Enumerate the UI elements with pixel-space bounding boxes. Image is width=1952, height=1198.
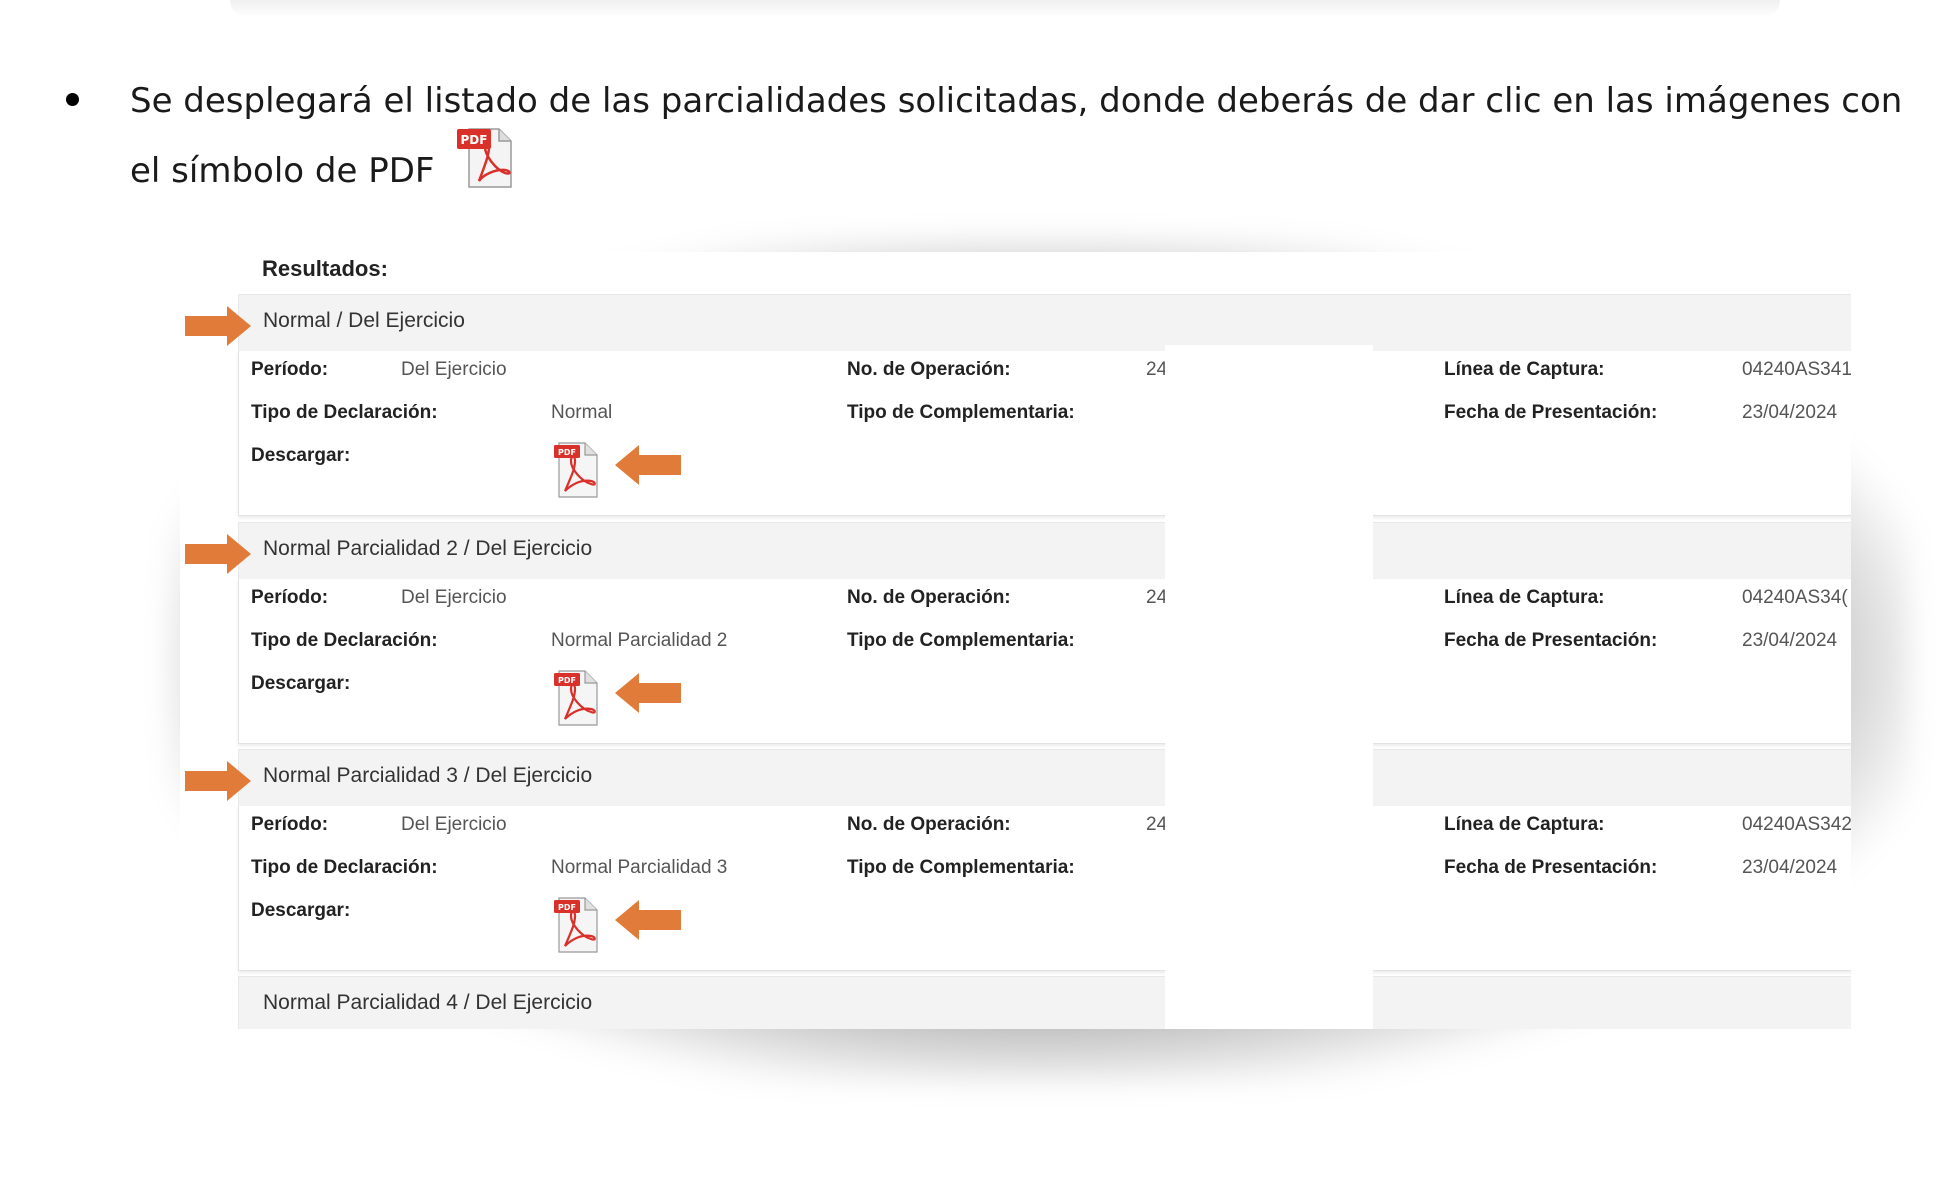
descargar-label: Descargar:	[251, 900, 351, 921]
results-screenshot: Resultados: Normal / Del Ejercicio Perío…	[180, 252, 1851, 1029]
descargar-label: Descargar:	[251, 445, 351, 466]
periodo-label: Período:	[251, 814, 329, 835]
periodo-label: Período:	[251, 587, 329, 608]
result-section-3: Normal Parcialidad 3 / Del Ejercicio Per…	[238, 749, 1851, 971]
orange-arrow-icon	[615, 898, 683, 947]
orange-arrow-icon	[183, 759, 251, 808]
tipo-complementaria-label: Tipo de Complementaria:	[847, 857, 1075, 878]
section-title: Normal Parcialidad 4 / Del Ejercicio	[263, 991, 593, 1014]
pdf-icon: PDF	[455, 125, 515, 208]
linea-captura-label: Línea de Captura:	[1444, 359, 1605, 380]
results-title: Resultados:	[262, 256, 388, 281]
linea-captura-value: 04240AS342	[1742, 814, 1851, 835]
pdf-badge-text: PDF	[461, 133, 488, 147]
tipo-declaracion-label: Tipo de Declaración:	[251, 857, 438, 878]
orange-arrow-icon	[183, 532, 251, 581]
instruction-text-content: Se desplegará el listado de las parciali…	[130, 81, 1903, 191]
section-body: Período: Del Ejercicio Tipo de Declaraci…	[238, 351, 1851, 516]
top-shadow	[230, 0, 1780, 18]
bullet-point	[66, 93, 79, 106]
fecha-presentacion-value: 23/04/2024	[1742, 857, 1838, 878]
periodo-value: Del Ejercicio	[401, 359, 507, 380]
section-header[interactable]: Normal Parcialidad 4 / Del Ejercicio	[238, 976, 1851, 1029]
result-section-2: Normal Parcialidad 2 / Del Ejercicio Per…	[238, 522, 1851, 744]
periodo-value: Del Ejercicio	[401, 814, 507, 835]
section-title: Normal / Del Ejercicio	[263, 309, 465, 332]
linea-captura-label: Línea de Captura:	[1444, 587, 1605, 608]
periodo-label: Período:	[251, 359, 329, 380]
tipo-declaracion-label: Tipo de Declaración:	[251, 630, 438, 651]
pdf-download-icon[interactable]: PDF	[553, 896, 599, 959]
no-operacion-label: No. de Operación:	[847, 587, 1011, 608]
tipo-complementaria-label: Tipo de Complementaria:	[847, 630, 1075, 651]
redaction-block	[1165, 345, 1373, 1029]
fecha-presentacion-label: Fecha de Presentación:	[1444, 630, 1658, 651]
linea-captura-label: Línea de Captura:	[1444, 814, 1605, 835]
fecha-presentacion-value: 23/04/2024	[1742, 630, 1838, 651]
result-section-1: Normal / Del Ejercicio Período: Del Ejer…	[238, 294, 1851, 516]
orange-arrow-icon	[615, 443, 683, 492]
orange-arrow-icon	[183, 304, 251, 353]
no-operacion-label: No. de Operación:	[847, 359, 1011, 380]
section-body: Período: Del Ejercicio Tipo de Declaraci…	[238, 806, 1851, 971]
no-operacion-value: 24	[1146, 814, 1168, 835]
result-section-4: Normal Parcialidad 4 / Del Ejercicio	[238, 976, 1851, 1029]
periodo-value: Del Ejercicio	[401, 587, 507, 608]
pdf-download-icon[interactable]: PDF	[553, 441, 599, 504]
tipo-declaracion-value: Normal Parcialidad 2	[551, 630, 728, 651]
tipo-declaracion-value: Normal	[551, 402, 613, 423]
no-operacion-value: 24	[1146, 587, 1168, 608]
pdf-badge-text: PDF	[558, 676, 576, 685]
section-header[interactable]: Normal Parcialidad 2 / Del Ejercicio	[238, 522, 1851, 579]
section-body: Período: Del Ejercicio Tipo de Declaraci…	[238, 579, 1851, 744]
descargar-label: Descargar:	[251, 673, 351, 694]
tipo-complementaria-label: Tipo de Complementaria:	[847, 402, 1075, 423]
pdf-download-icon[interactable]: PDF	[553, 669, 599, 732]
linea-captura-value: 04240AS341	[1742, 359, 1851, 380]
section-header[interactable]: Normal / Del Ejercicio	[238, 294, 1851, 351]
section-title: Normal Parcialidad 3 / Del Ejercicio	[263, 764, 593, 787]
pdf-badge-text: PDF	[558, 448, 576, 457]
section-header[interactable]: Normal Parcialidad 3 / Del Ejercicio	[238, 749, 1851, 806]
orange-arrow-icon	[615, 671, 683, 720]
linea-captura-value: 04240AS34(	[1742, 587, 1848, 608]
fecha-presentacion-value: 23/04/2024	[1742, 402, 1838, 423]
fecha-presentacion-label: Fecha de Presentación:	[1444, 857, 1658, 878]
tipo-declaracion-value: Normal Parcialidad 3	[551, 857, 728, 878]
no-operacion-value: 24	[1146, 359, 1168, 380]
fecha-presentacion-label: Fecha de Presentación:	[1444, 402, 1658, 423]
tipo-declaracion-label: Tipo de Declaración:	[251, 402, 438, 423]
no-operacion-label: No. de Operación:	[847, 814, 1011, 835]
instruction-text: Se desplegará el listado de las parciali…	[130, 72, 1920, 214]
pdf-badge-text: PDF	[558, 903, 576, 912]
section-title: Normal Parcialidad 2 / Del Ejercicio	[263, 537, 593, 560]
